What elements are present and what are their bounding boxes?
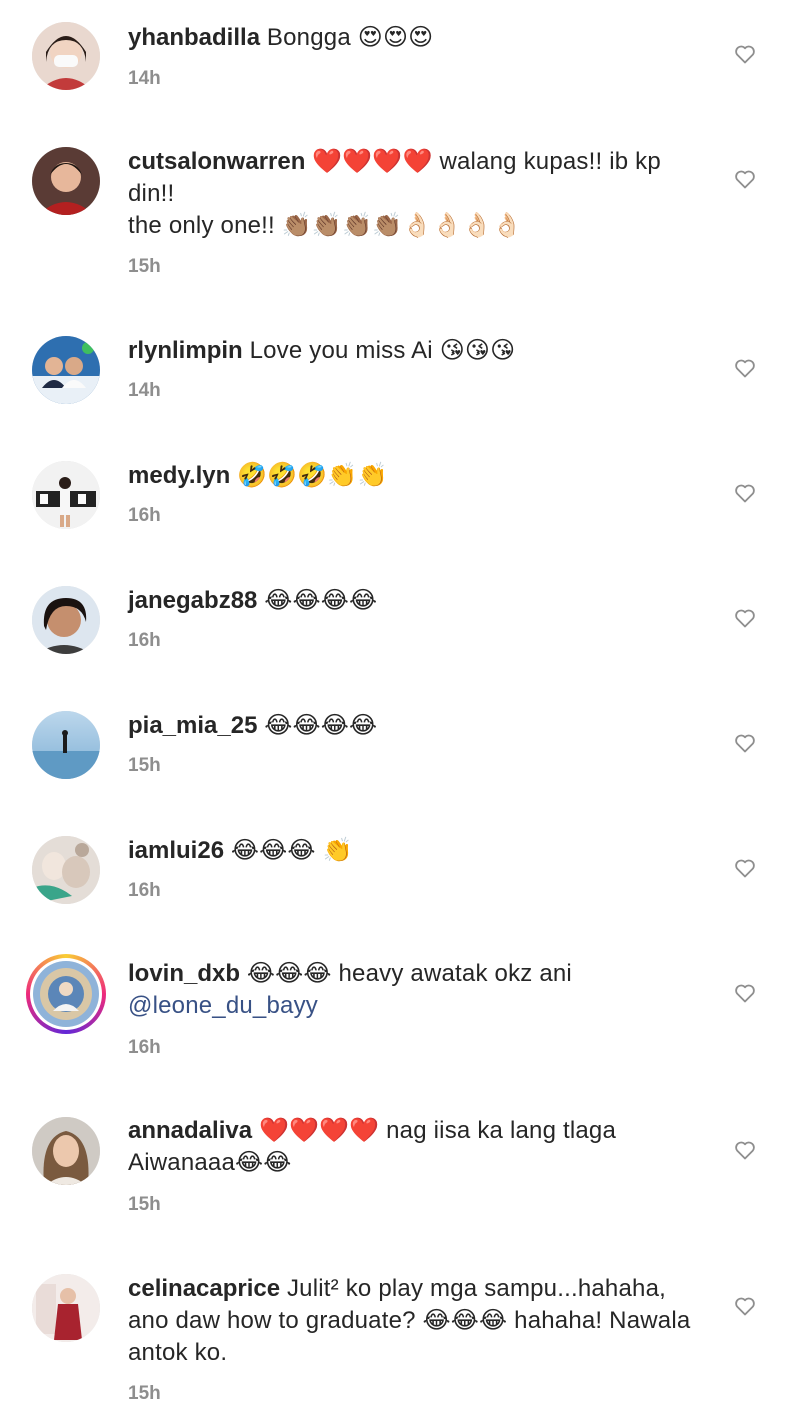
heart-outline-icon[interactable] — [733, 856, 757, 880]
profile-avatar-icon[interactable] — [32, 147, 100, 215]
profile-avatar-icon — [33, 961, 99, 1027]
comment-mention-link[interactable]: @leone_du_bayy — [128, 992, 318, 1019]
comment-timestamp: 16h — [128, 630, 161, 651]
heart-outline-icon[interactable] — [733, 981, 757, 1005]
heart-outline-icon[interactable] — [733, 167, 757, 191]
comment-username[interactable]: rlynlimpin — [128, 337, 243, 364]
heart-outline-icon[interactable] — [733, 356, 757, 380]
comment-timestamp: 15h — [128, 1383, 161, 1404]
comment-text: 🤣🤣🤣👏👏 — [237, 462, 388, 489]
comment-text: Bongga 😍😍😍 — [266, 24, 434, 51]
comment-body: celinacaprice Julit² ko play mga sampu..… — [128, 1273, 708, 1369]
profile-avatar-icon[interactable] — [32, 461, 100, 529]
comment-username[interactable]: pia_mia_25 — [128, 712, 257, 739]
comment-body: janegabz88 😂😂😂😂 — [128, 585, 708, 617]
comment-body: iamlui26 😂😂😂 👏 — [128, 835, 708, 867]
heart-outline-icon[interactable] — [733, 731, 757, 755]
comment-username[interactable]: yhanbadilla — [128, 24, 260, 51]
heart-outline-icon[interactable] — [733, 42, 757, 66]
comment-username[interactable]: annadaliva — [128, 1117, 252, 1144]
profile-avatar-icon[interactable] — [32, 336, 100, 404]
comment-username[interactable]: celinacaprice — [128, 1275, 280, 1302]
profile-avatar-icon[interactable] — [32, 586, 100, 654]
comment-username[interactable]: lovin_dxb — [128, 960, 240, 987]
comment-text: Love you miss Ai 😘😘😘 — [249, 337, 516, 364]
comment-timestamp: 14h — [128, 68, 161, 89]
comment-username[interactable]: cutsalonwarren — [128, 148, 305, 175]
comment-timestamp: 16h — [128, 880, 161, 901]
profile-avatar-icon[interactable] — [32, 711, 100, 779]
heart-outline-icon[interactable] — [733, 1138, 757, 1162]
comment-body: lovin_dxb 😂😂😂 heavy awatak okz ani @leon… — [128, 958, 708, 1022]
comment-text: 😂😂😂 heavy awatak okz ani — [246, 960, 572, 987]
comment-body: annadaliva ❤️❤️❤️❤️ nag iisa ka lang tla… — [128, 1115, 708, 1179]
heart-outline-icon[interactable] — [733, 481, 757, 505]
comment-username[interactable]: janegabz88 — [128, 587, 257, 614]
comment-body: rlynlimpin Love you miss Ai 😘😘😘 — [128, 335, 708, 367]
comment-text: 😂😂😂😂 — [264, 587, 378, 614]
comment-body: pia_mia_25 😂😂😂😂 — [128, 710, 708, 742]
avatar-ring-gap — [30, 958, 102, 1030]
comment-username[interactable]: medy.lyn — [128, 462, 230, 489]
comment-body: medy.lyn 🤣🤣🤣👏👏 — [128, 460, 708, 492]
comment-timestamp: 15h — [128, 1194, 161, 1215]
comment-text: 😂😂😂😂 — [264, 712, 378, 739]
heart-outline-icon[interactable] — [733, 606, 757, 630]
comment-timestamp: 15h — [128, 256, 161, 277]
profile-avatar-icon[interactable] — [32, 1274, 100, 1342]
comment-timestamp: 14h — [128, 380, 161, 401]
comment-text: 😂😂😂 👏 — [230, 837, 353, 864]
profile-avatar-icon[interactable] — [32, 22, 100, 90]
comment-body: yhanbadilla Bongga 😍😍😍 — [128, 22, 708, 54]
comment-body: cutsalonwarren ❤️❤️❤️❤️ walang kupas!! i… — [128, 146, 708, 242]
comment-timestamp: 16h — [128, 505, 161, 526]
comment-username[interactable]: iamlui26 — [128, 837, 224, 864]
profile-avatar-icon[interactable] — [32, 836, 100, 904]
comment-timestamp: 16h — [128, 1037, 161, 1058]
story-ring-avatar-icon[interactable] — [26, 954, 106, 1034]
heart-outline-icon[interactable] — [733, 1294, 757, 1318]
profile-avatar-icon[interactable] — [32, 1117, 100, 1185]
comment-timestamp: 15h — [128, 755, 161, 776]
